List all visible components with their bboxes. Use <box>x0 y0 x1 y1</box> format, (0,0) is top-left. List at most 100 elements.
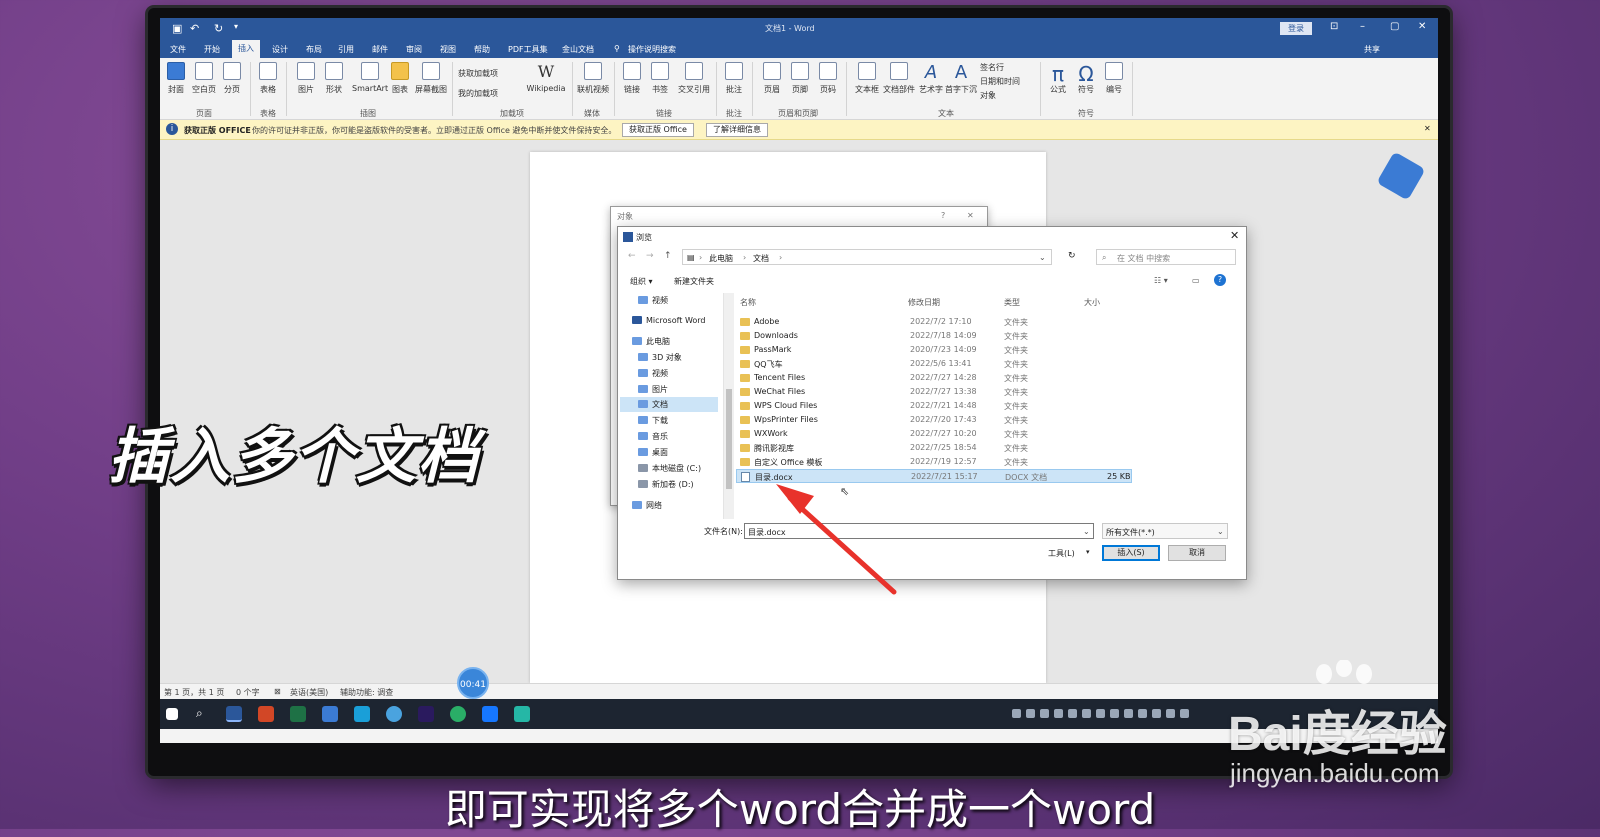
file-row[interactable]: Downloads 2022/7/18 14:09 文件夹 <box>736 329 1132 343</box>
save-icon[interactable]: ▣ <box>172 22 182 35</box>
file-row[interactable]: 自定义 Office 模板 2022/7/19 12:57 文件夹 <box>736 455 1132 469</box>
shapes-button[interactable]: 形状 <box>322 62 346 95</box>
tell-me-search[interactable]: 操作说明搜索 <box>628 44 676 55</box>
page-number-button[interactable]: 页码 <box>816 62 840 95</box>
view-options-icon[interactable]: ☷ ▾ <box>1154 276 1168 285</box>
date-time-button[interactable]: 日期和时间 <box>980 76 1036 87</box>
file-row[interactable]: 腾讯影视库 2022/7/25 18:54 文件夹 <box>736 441 1132 455</box>
nav-item-desktop[interactable]: 桌面 <box>620 445 718 460</box>
word-count[interactable]: 0 个字 <box>236 687 260 698</box>
nav-item-drive-c[interactable]: 本地磁盘 (C:) <box>620 461 718 476</box>
page-break-button[interactable]: 分页 <box>220 62 244 95</box>
file-row[interactable]: PassMark 2020/7/23 14:09 文件夹 <box>736 343 1132 357</box>
my-addins-button[interactable]: 我的加载项 <box>458 88 518 99</box>
cancel-button[interactable]: 取消 <box>1168 545 1226 561</box>
nav-item-microsoft-word[interactable]: Microsoft Word <box>620 313 718 328</box>
page-count[interactable]: 第 1 页，共 1 页 <box>164 687 224 698</box>
help-icon[interactable]: ? <box>941 211 945 220</box>
organize-button[interactable]: 组织 ▾ <box>630 276 653 287</box>
tab-insert[interactable]: 插入 <box>232 40 260 58</box>
filetype-select[interactable]: 所有文件(*.*) ⌄ <box>1102 523 1228 539</box>
equation-button[interactable]: π 公式 <box>1046 62 1070 95</box>
column-name[interactable]: 名称 <box>740 297 756 308</box>
word-app-icon[interactable] <box>226 706 242 722</box>
tab-references[interactable]: 引用 <box>338 44 354 55</box>
file-row[interactable]: QQ飞车 2022/5/6 13:41 文件夹 <box>736 357 1132 371</box>
tray-icon[interactable] <box>1068 709 1077 718</box>
customize-icon[interactable]: ▾ <box>234 22 238 31</box>
media-player-app-icon[interactable] <box>514 706 530 722</box>
nav-item-3d-objects[interactable]: 3D 对象 <box>620 350 718 365</box>
share-button[interactable]: 共享 <box>1364 44 1380 55</box>
scrollbar-thumb[interactable] <box>726 389 732 489</box>
redo-icon[interactable]: ↻ <box>214 22 223 35</box>
close-icon[interactable]: ✕ <box>1230 229 1239 242</box>
tray-icon[interactable] <box>1026 709 1035 718</box>
chevron-down-icon[interactable]: ⌄ <box>1039 253 1046 262</box>
excel-app-icon[interactable] <box>290 706 306 722</box>
minimize-icon[interactable]: – <box>1360 21 1365 32</box>
login-button[interactable]: 登录 <box>1280 22 1312 35</box>
nav-item-documents[interactable]: 文档 <box>620 397 718 412</box>
column-date[interactable]: 修改日期 <box>908 297 940 308</box>
tray-icon[interactable] <box>1082 709 1091 718</box>
footer-button[interactable]: 页脚 <box>788 62 812 95</box>
blank-page-button[interactable]: 空白页 <box>192 62 216 95</box>
tray-icon[interactable] <box>1124 709 1133 718</box>
nav-item-this-pc[interactable]: 此电脑 <box>620 334 718 349</box>
search-icon[interactable]: ⌕ <box>196 706 212 722</box>
drop-cap-button[interactable]: A 首字下沉 <box>944 62 978 95</box>
file-row[interactable]: WPS Cloud Files 2022/7/21 14:48 文件夹 <box>736 399 1132 413</box>
tray-icon[interactable] <box>1152 709 1161 718</box>
object-button[interactable]: 对象 <box>980 90 1036 101</box>
nav-item-pictures[interactable]: 图片 <box>620 382 718 397</box>
edge-app-icon[interactable] <box>354 706 370 722</box>
header-button[interactable]: 页眉 <box>760 62 784 95</box>
tab-file[interactable]: 文件 <box>170 44 186 55</box>
close-icon[interactable]: ✕ <box>1418 21 1426 32</box>
language[interactable]: 英语(美国) <box>290 687 328 698</box>
proofing-icon[interactable]: ⊠ <box>274 687 281 696</box>
tab-view[interactable]: 视图 <box>440 44 456 55</box>
powerpoint-app-icon[interactable] <box>258 706 274 722</box>
screenshot-button[interactable]: 屏幕截图 <box>414 62 448 95</box>
refresh-icon[interactable]: ↻ <box>1068 251 1076 261</box>
learn-more-button[interactable]: 了解详细信息 <box>706 123 768 137</box>
chevron-down-icon[interactable]: ▾ <box>1086 548 1090 556</box>
get-genuine-button[interactable]: 获取正版 Office <box>622 123 694 137</box>
file-row-selected[interactable]: 目录.docx 2022/7/21 15:17 DOCX 文档 25 KB <box>736 469 1132 483</box>
nav-item-network[interactable]: 网络 <box>620 498 718 513</box>
tray-icon[interactable] <box>1180 709 1189 718</box>
column-type[interactable]: 类型 <box>1004 297 1020 308</box>
insert-button[interactable]: 插入(S) <box>1102 545 1160 561</box>
tray-icon[interactable] <box>1040 709 1049 718</box>
smartart-button[interactable]: SmartArt <box>352 62 388 93</box>
address-bar[interactable]: ▤ › 此电脑 › 文档 › ⌄ <box>682 249 1052 265</box>
tab-layout[interactable]: 布局 <box>306 44 322 55</box>
chevron-down-icon[interactable]: ⌄ <box>1083 527 1090 536</box>
search-input[interactable]: ⌕ 在 文档 中搜索 <box>1096 249 1236 265</box>
table-button[interactable]: 表格 <box>256 62 280 95</box>
bookmark-button[interactable]: 书签 <box>648 62 672 95</box>
maximize-icon[interactable]: ▢ <box>1390 21 1399 32</box>
tab-mailings[interactable]: 邮件 <box>372 44 388 55</box>
tab-design[interactable]: 设计 <box>272 44 288 55</box>
nav-item-drive-d[interactable]: 新加卷 (D:) <box>620 477 718 492</box>
ribbon-display-icon[interactable]: ⊡ <box>1330 21 1338 32</box>
link-button[interactable]: 链接 <box>620 62 644 95</box>
dingtalk-app-icon[interactable] <box>482 706 498 722</box>
cover-page-button[interactable]: 封面 <box>164 62 188 95</box>
nav-item-videos[interactable]: 视频 <box>620 293 718 308</box>
tab-review[interactable]: 审阅 <box>406 44 422 55</box>
tray-icon[interactable] <box>1110 709 1119 718</box>
filename-input[interactable]: 目录.docx ⌄ <box>744 523 1094 539</box>
breadcrumb-documents[interactable]: 文档 <box>753 253 769 264</box>
nav-item-music[interactable]: 音乐 <box>620 429 718 444</box>
symbol-button[interactable]: Ω 符号 <box>1074 62 1098 95</box>
premiere-app-icon[interactable] <box>418 706 434 722</box>
nav-item-downloads[interactable]: 下载 <box>620 413 718 428</box>
feishu-app-icon[interactable] <box>322 706 338 722</box>
signature-line-button[interactable]: 签名行 <box>980 62 1036 73</box>
forward-icon[interactable]: → <box>646 251 654 261</box>
nav-scrollbar[interactable] <box>724 293 734 519</box>
